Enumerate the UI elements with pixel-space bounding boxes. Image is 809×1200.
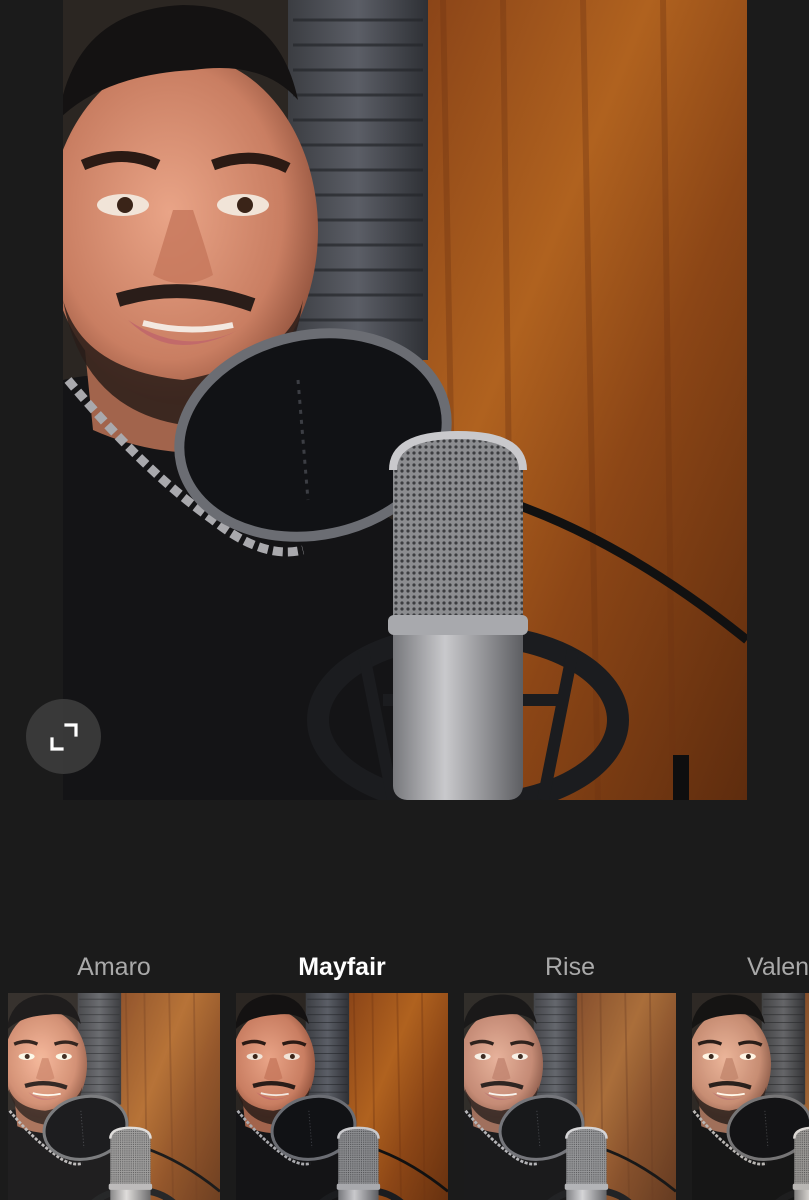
filter-strip: Amaro Mayfair Rise Valen (0, 940, 809, 1200)
filter-thumbnail[interactable] (464, 993, 676, 1200)
filter-mayfair[interactable]: Mayfair (236, 940, 448, 994)
filter-valencia[interactable]: Valencia (692, 940, 809, 994)
filter-rise[interactable]: Rise (464, 940, 676, 994)
filter-editor-screen: Amaro Mayfair Rise Valen (0, 0, 809, 1200)
filter-thumbnail[interactable] (8, 993, 220, 1200)
filter-label: Valencia (747, 953, 809, 981)
filter-thumbnail[interactable] (236, 993, 448, 1200)
filter-label: Mayfair (298, 953, 386, 981)
filter-label: Rise (544, 953, 595, 981)
expand-icon (49, 722, 78, 751)
filter-label: Amaro (77, 953, 151, 981)
photo-preview (63, 0, 747, 800)
expand-button[interactable] (26, 699, 101, 774)
filter-thumbnail[interactable] (692, 993, 809, 1200)
photo-preview-image (63, 0, 747, 800)
filter-amaro[interactable]: Amaro (8, 940, 220, 994)
